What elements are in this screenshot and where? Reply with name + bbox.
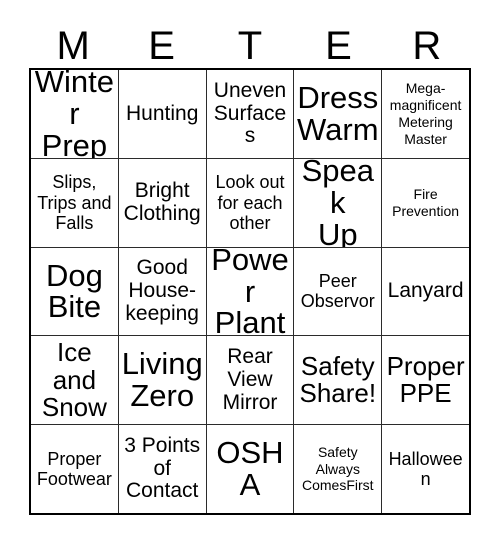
bingo-cell[interactable]: Safety Always ComesFirst	[294, 425, 383, 513]
bingo-cell[interactable]: Good House- keeping	[119, 247, 207, 336]
bingo-cell-label: Power Plant	[211, 247, 289, 336]
bingo-cell[interactable]: Ice and Snow	[31, 336, 119, 425]
bingo-cell[interactable]: Dress Warm	[294, 70, 383, 158]
bingo-cell[interactable]: Living Zero	[119, 336, 207, 425]
bingo-cell[interactable]: 3 Points of Contact	[119, 425, 207, 513]
bingo-cell-label: Living Zero	[121, 346, 203, 414]
bingo-cell-label: Good House- keeping	[125, 256, 199, 325]
bingo-cell-label: OSHA	[216, 435, 284, 503]
header-letter-3: T	[237, 24, 263, 68]
bingo-cell[interactable]: Dog Bite	[31, 247, 119, 336]
bingo-cell[interactable]: OSHA	[207, 425, 295, 513]
bingo-row: Slips, Trips and Falls Bright Clothing L…	[31, 158, 469, 248]
bingo-header: M E T E R	[29, 14, 471, 68]
bingo-cell[interactable]: Proper Footwear	[31, 425, 119, 513]
bingo-cell-label: Mega- magnificent Metering Master	[389, 80, 462, 147]
bingo-card: M E T E R Winter Prep Hunting Uneven Sur…	[0, 0, 500, 544]
bingo-cell-label: Hunting	[126, 101, 199, 125]
bingo-cell-label: 3 Points of Contact	[124, 434, 201, 503]
bingo-cell-label: Halloween	[388, 448, 463, 490]
bingo-cell[interactable]: Safety Share!	[294, 336, 383, 425]
bingo-cell-label: Winter Prep	[34, 70, 115, 158]
bingo-cell-label: Bright Clothing	[123, 179, 201, 225]
bingo-cell[interactable]: Slips, Trips and Falls	[31, 158, 119, 247]
bingo-cell-label: Fire Prevention	[392, 185, 460, 219]
bingo-cell-label: Dress Warm	[297, 79, 379, 147]
bingo-cell[interactable]: Rear View Mirror	[207, 336, 295, 425]
bingo-cell-label: Safety Always ComesFirst	[302, 443, 374, 494]
bingo-cell[interactable]: Mega- magnificent Metering Master	[382, 70, 469, 158]
header-letter-1: M	[56, 24, 90, 68]
bingo-cell[interactable]: Halloween	[382, 425, 469, 513]
bingo-cell[interactable]: Peer Observor	[294, 247, 383, 336]
header-letter-4: E	[325, 24, 352, 68]
bingo-cell[interactable]: Hunting	[119, 70, 207, 158]
bingo-cell[interactable]: Bright Clothing	[119, 158, 207, 247]
bingo-row: Winter Prep Hunting Uneven Surfaces Dres…	[31, 70, 469, 159]
bingo-cell-label: Uneven Surfaces	[213, 78, 287, 148]
bingo-cell[interactable]: Speak Up	[294, 158, 383, 247]
bingo-row: Dog Bite Good House- keeping Power Plant…	[31, 247, 469, 337]
bingo-cell[interactable]: Power Plant	[207, 247, 295, 336]
bingo-cell[interactable]: Proper PPE	[382, 336, 469, 424]
bingo-cell-label: Speak Up	[301, 158, 374, 247]
bingo-cell-label: Peer Observor	[300, 271, 375, 312]
bingo-cell[interactable]: Winter Prep	[31, 70, 119, 158]
bingo-cell-label: Safety Share!	[299, 350, 377, 409]
bingo-cell[interactable]: Look out for each other	[207, 158, 295, 247]
bingo-cell-label: Proper Footwear	[36, 448, 112, 490]
bingo-cell-label: Dog Bite	[45, 257, 103, 325]
bingo-cell[interactable]: Fire Prevention	[382, 159, 469, 247]
bingo-cell-label: Look out for each other	[215, 172, 285, 233]
bingo-grid: Winter Prep Hunting Uneven Surfaces Dres…	[29, 68, 471, 515]
bingo-row: Ice and Snow Living Zero Rear View Mirro…	[31, 336, 469, 426]
bingo-cell-label: Proper PPE	[386, 350, 465, 409]
bingo-cell[interactable]: Lanyard	[382, 248, 469, 336]
bingo-cell-label: Lanyard	[387, 279, 464, 303]
bingo-cell-label: Ice and Snow	[41, 337, 107, 422]
bingo-cell-label: Rear View Mirror	[222, 345, 278, 414]
bingo-cell-label: Slips, Trips and Falls	[37, 172, 112, 233]
header-letter-2: E	[148, 24, 175, 68]
bingo-cell[interactable]: Uneven Surfaces	[207, 70, 295, 158]
header-letter-5: R	[412, 24, 442, 68]
bingo-row: Proper Footwear 3 Points of Contact OSHA…	[31, 425, 469, 513]
